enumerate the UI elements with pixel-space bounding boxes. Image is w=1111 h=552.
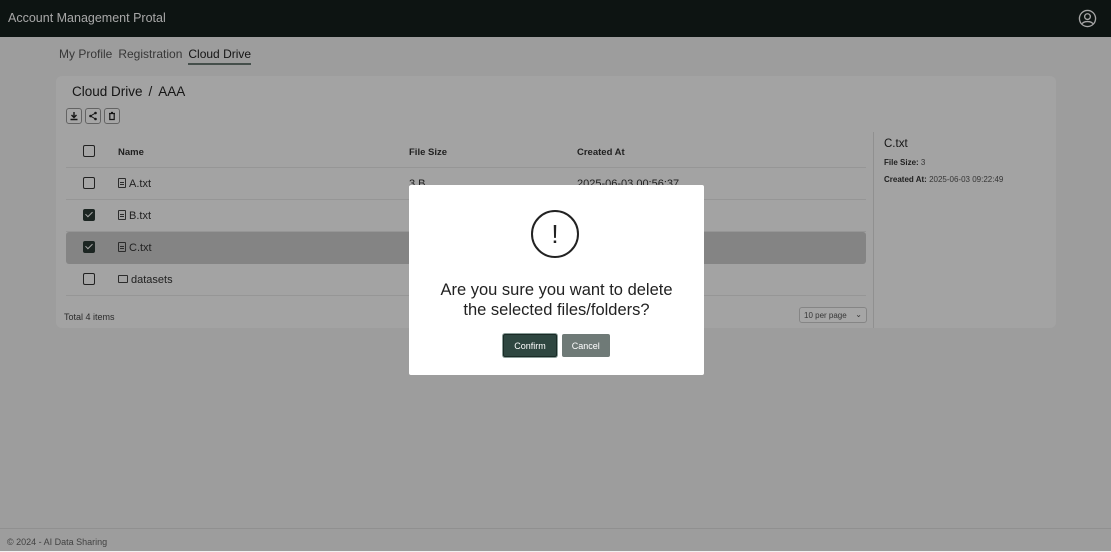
dialog-actions: Confirm Cancel: [409, 334, 704, 357]
dialog-message-line-2: the selected files/folders?: [463, 301, 650, 319]
cancel-button[interactable]: Cancel: [561, 334, 610, 357]
delete-confirm-dialog: ! Are you sure you want to delete the se…: [409, 185, 704, 375]
dialog-message: Are you sure you want to delete the sele…: [409, 280, 704, 320]
dialog-message-line-1: Are you sure you want to delete: [440, 281, 673, 299]
alert-icon: !: [531, 210, 579, 258]
confirm-button[interactable]: Confirm: [503, 334, 557, 357]
